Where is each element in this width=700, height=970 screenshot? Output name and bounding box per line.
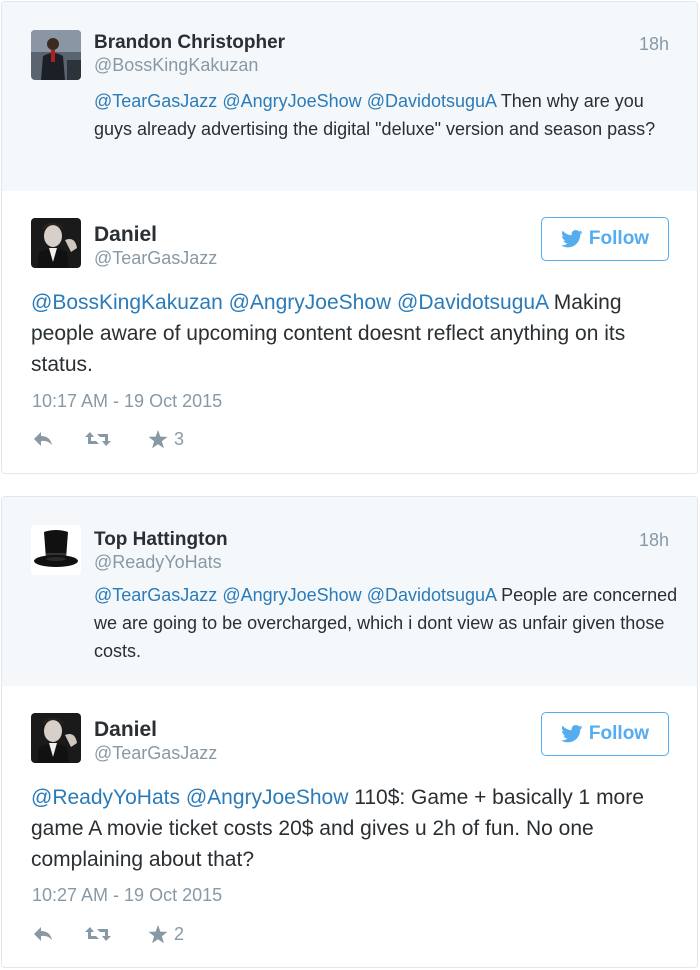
- favorite-button[interactable]: 2: [148, 924, 184, 945]
- twitter-bird-icon: [561, 230, 583, 248]
- mention-link[interactable]: @AngryJoeShow: [222, 91, 361, 111]
- mention-link[interactable]: @TearGasJazz: [94, 91, 217, 111]
- author-handle[interactable]: @TearGasJazz: [94, 743, 217, 764]
- tweet-text: @BossKingKakuzan @AngryJoeShow @Davidots…: [31, 287, 671, 380]
- retweet-icon: [85, 927, 111, 941]
- favorite-count: 3: [174, 428, 185, 449]
- mention-link[interactable]: @AngryJoeShow: [186, 786, 349, 809]
- author-name[interactable]: Daniel: [94, 718, 157, 742]
- tweet-actions: 2: [32, 922, 184, 946]
- tweet-text: @TearGasJazz @AngryJoeShow @DavidotsuguA…: [94, 581, 684, 665]
- mention-link[interactable]: @ReadyYoHats: [31, 786, 180, 809]
- retweet-button[interactable]: [84, 430, 112, 448]
- avatar[interactable]: [31, 525, 81, 575]
- retweet-icon: [85, 432, 111, 446]
- avatar[interactable]: [31, 30, 81, 80]
- parent-tweet[interactable]: Top Hattington @ReadyYoHats 18h @TearGas…: [2, 497, 697, 686]
- star-icon: [148, 924, 168, 943]
- top-hat-icon: [31, 525, 81, 575]
- reply-button[interactable]: [32, 430, 54, 448]
- mention-link[interactable]: @DavidotsuguA: [367, 91, 496, 111]
- mention-link[interactable]: @DavidotsuguA: [367, 585, 496, 605]
- tweet-card: Brandon Christopher @BossKingKakuzan 18h…: [1, 1, 698, 474]
- follow-button[interactable]: Follow: [541, 712, 669, 756]
- mention-link[interactable]: @AngryJoeShow: [222, 585, 361, 605]
- mention-link[interactable]: @TearGasJazz: [94, 585, 217, 605]
- tweet-timestamp[interactable]: 10:17 AM - 19 Oct 2015: [32, 391, 222, 412]
- author-handle[interactable]: @TearGasJazz: [94, 248, 217, 269]
- follow-label: Follow: [588, 723, 650, 744]
- reply-icon: [34, 927, 52, 941]
- tweet-actions: 3: [32, 427, 184, 451]
- favorite-count: 2: [174, 923, 185, 944]
- tweet-time[interactable]: 18h: [639, 34, 669, 55]
- tweet-card: Top Hattington @ReadyYoHats 18h @TearGas…: [1, 496, 698, 968]
- mention-link[interactable]: @DavidotsuguA: [397, 291, 548, 314]
- avatar[interactable]: [31, 713, 81, 763]
- follow-label: Follow: [588, 228, 650, 249]
- mention-link[interactable]: @AngryJoeShow: [229, 291, 392, 314]
- mention-link[interactable]: @BossKingKakuzan: [31, 291, 223, 314]
- author-handle[interactable]: @ReadyYoHats: [94, 552, 222, 573]
- author-handle[interactable]: @BossKingKakuzan: [94, 55, 258, 76]
- favorite-button[interactable]: 3: [148, 429, 184, 450]
- parent-tweet[interactable]: Brandon Christopher @BossKingKakuzan 18h…: [2, 2, 697, 191]
- author-name[interactable]: Brandon Christopher: [94, 32, 285, 54]
- tweet-text: @TearGasJazz @AngryJoeShow @DavidotsuguA…: [94, 87, 684, 143]
- retweet-button[interactable]: [84, 925, 112, 943]
- avatar[interactable]: [31, 218, 81, 268]
- twitter-bird-icon: [561, 725, 583, 743]
- tweet-timestamp[interactable]: 10:27 AM - 19 Oct 2015: [32, 885, 222, 906]
- reply-button[interactable]: [32, 925, 54, 943]
- tweet-text: @ReadyYoHats @AngryJoeShow 110$: Game + …: [31, 782, 671, 875]
- follow-button[interactable]: Follow: [541, 217, 669, 261]
- tweet-time[interactable]: 18h: [639, 530, 669, 551]
- star-icon: [148, 429, 168, 448]
- author-name[interactable]: Top Hattington: [94, 529, 228, 551]
- reply-icon: [34, 432, 52, 446]
- author-name[interactable]: Daniel: [94, 223, 157, 247]
